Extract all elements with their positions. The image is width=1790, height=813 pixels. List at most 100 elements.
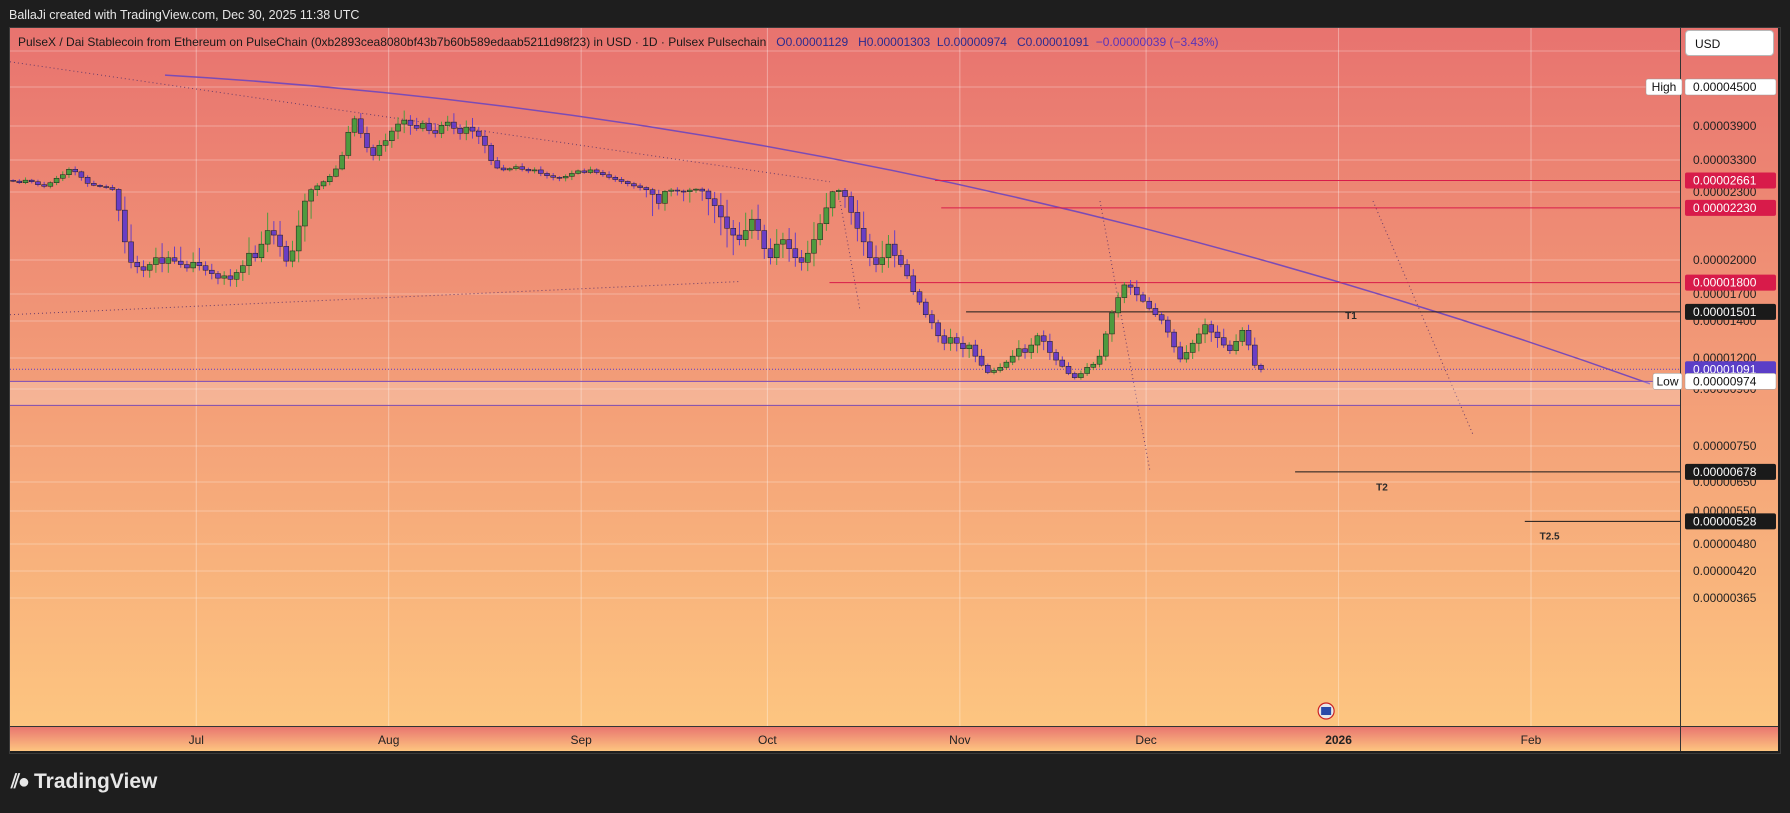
marker-label: Low xyxy=(1656,374,1678,388)
candle-body xyxy=(115,189,122,211)
candle-body xyxy=(177,260,184,265)
tradingview-brand[interactable]: ⫽● TradingView xyxy=(11,770,157,794)
candle-body xyxy=(339,155,345,170)
candle-body xyxy=(72,169,78,173)
candle-body xyxy=(426,123,432,131)
candle-body xyxy=(1102,333,1109,357)
candle-body xyxy=(985,364,991,373)
candle-body xyxy=(873,257,879,265)
candle-body xyxy=(233,272,240,280)
candle-body xyxy=(1059,359,1066,367)
candle-body xyxy=(705,190,712,200)
candle-body xyxy=(314,185,321,191)
candle-body xyxy=(575,170,581,174)
candle-body xyxy=(885,243,892,258)
target-label: T1 xyxy=(1345,311,1357,322)
candle-body xyxy=(146,264,153,271)
candle-body xyxy=(581,170,588,173)
candle-body xyxy=(1146,300,1152,309)
candle-body xyxy=(749,218,755,231)
candle-body xyxy=(643,187,650,191)
candle-body xyxy=(680,190,687,193)
candle-body xyxy=(97,185,103,187)
candle-body xyxy=(35,181,41,185)
candle-body xyxy=(624,181,631,184)
candle-body xyxy=(1022,348,1028,353)
resistance-badge: 0.00001800 xyxy=(1685,274,1776,291)
candle-body xyxy=(879,257,885,265)
candle-body xyxy=(612,177,619,180)
candle-body xyxy=(358,118,364,134)
candle-body xyxy=(196,262,203,266)
symbol-title: PulseX / Dai Stablecoin from Ethereum on… xyxy=(18,35,767,49)
candle-body xyxy=(761,230,768,249)
candle-body xyxy=(829,191,836,209)
support-badge: 0.00000528 xyxy=(1685,513,1776,530)
candle-body xyxy=(929,314,935,324)
candle-body xyxy=(562,176,569,179)
candle-body xyxy=(16,180,23,183)
candle-body xyxy=(364,133,370,148)
candle-body xyxy=(904,264,910,277)
candle-body xyxy=(128,241,134,263)
candle-body xyxy=(47,182,54,187)
candle-body xyxy=(246,252,252,266)
candle-body xyxy=(1096,355,1103,365)
candle-body xyxy=(1208,324,1215,333)
candle-body xyxy=(991,370,997,373)
candle-body xyxy=(960,342,966,350)
candle-body xyxy=(947,337,954,344)
candle-body xyxy=(1109,312,1115,335)
candle-body xyxy=(966,344,972,349)
support-badge: 0.00000678 xyxy=(1685,463,1776,480)
candle-body xyxy=(122,209,128,243)
marker-value: 0.00004500 xyxy=(1693,80,1757,94)
candle-body xyxy=(674,189,681,192)
candle-body xyxy=(482,135,488,146)
candle-body xyxy=(910,275,917,292)
ohlc-change: −0.00000039 (−3.43%) xyxy=(1095,35,1219,49)
candle-body xyxy=(370,147,376,156)
candle-body xyxy=(463,126,470,134)
candle-body xyxy=(718,205,724,218)
candle-body xyxy=(159,257,165,264)
candle-body xyxy=(500,167,507,171)
candle-body xyxy=(488,145,494,161)
candle-body xyxy=(1071,373,1078,378)
candle-body xyxy=(687,189,693,192)
candle-body xyxy=(134,262,141,268)
candle-body xyxy=(1028,344,1034,353)
ohlc-low: L0.00000974 xyxy=(936,35,1007,49)
candle-body xyxy=(736,234,743,240)
candle-body xyxy=(860,228,867,243)
candle xyxy=(1102,330,1109,361)
candle-body xyxy=(656,194,662,204)
target-label: T2 xyxy=(1376,483,1388,494)
candle-body xyxy=(1245,330,1252,346)
candle-body xyxy=(631,183,637,187)
candle-body xyxy=(345,131,352,156)
candle-body xyxy=(997,367,1003,371)
candle-body xyxy=(1047,341,1053,353)
candle-body xyxy=(60,174,66,179)
candle-body xyxy=(376,145,383,156)
candle-body xyxy=(457,128,463,134)
candle-body xyxy=(606,174,612,178)
candle-body xyxy=(848,196,854,213)
candle-body xyxy=(935,322,941,337)
currency-selector[interactable]: USD xyxy=(1685,30,1774,56)
price-axis-label: 0.00002000 xyxy=(1693,253,1757,267)
event-flag-stripe xyxy=(1321,707,1332,715)
resistance-badge: 0.00002230 xyxy=(1685,199,1776,216)
resistance-badge-text: 0.00002230 xyxy=(1693,201,1757,215)
resistance-badge: 0.00002661 xyxy=(1685,172,1776,189)
candle-body xyxy=(432,130,439,134)
candle-body xyxy=(277,234,283,247)
candlestick-chart[interactable]: T1T2T2.5 0.000055000.000045000.000039000… xyxy=(10,28,1778,751)
candle-body xyxy=(507,168,513,171)
support-badge: 0.00001501 xyxy=(1685,303,1776,320)
candle-body xyxy=(525,169,532,172)
candle xyxy=(985,363,991,375)
ohlc-open: O0.00001129 xyxy=(776,35,849,49)
candle-body xyxy=(699,188,705,192)
